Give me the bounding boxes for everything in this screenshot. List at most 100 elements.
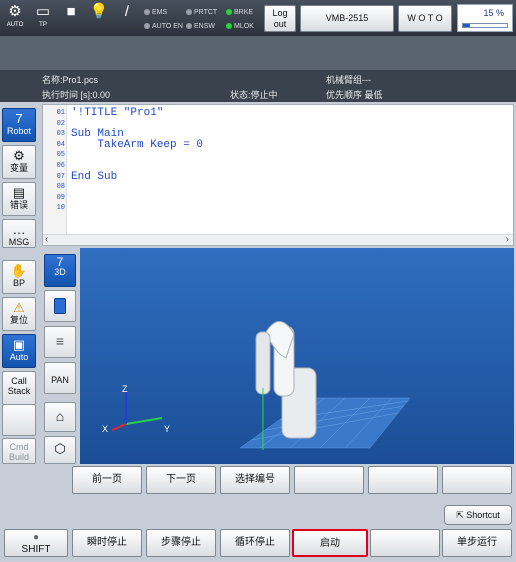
line-number: 09 xyxy=(56,193,65,202)
sidebar-item-error[interactable]: ▤ 错误 xyxy=(2,182,36,216)
light-button[interactable]: 💡 xyxy=(86,2,112,34)
line-number: 05 xyxy=(56,151,65,160)
floor-grid xyxy=(239,397,411,449)
sidebar-item-variable[interactable]: ⚙ 变量 xyxy=(2,145,36,179)
sidebar-item-auto[interactable]: ▣ Auto xyxy=(2,334,36,368)
line-number: 03 xyxy=(56,130,65,139)
nav-blank-button-3[interactable] xyxy=(442,466,512,494)
shortcut-icon: ⇱ xyxy=(456,510,464,520)
indicator-mlok: MLOK xyxy=(226,22,254,31)
error-document-icon: ▤ xyxy=(12,185,26,200)
status-dot xyxy=(186,23,192,29)
line-number: 08 xyxy=(56,183,65,192)
axis-z-label: Z xyxy=(122,384,128,394)
single-step-button[interactable]: 单步运行 xyxy=(442,529,512,557)
robot-arm-icon: 7 xyxy=(15,111,23,126)
code-line[interactable]: TakeArm Keep = 0 xyxy=(71,139,203,151)
nav-blank-button-1[interactable] xyxy=(294,466,364,494)
line-number: 07 xyxy=(56,172,65,181)
stop-square-icon: ■ xyxy=(66,3,76,20)
indicator-auto-en: AUTO EN xyxy=(144,22,183,31)
speed-value: 15 % xyxy=(483,8,504,18)
scene-canvas: Y Z X xyxy=(102,321,411,450)
horizontal-scrollbar[interactable]: ‹ › xyxy=(43,234,513,245)
light-bulb-icon: 💡 xyxy=(89,3,109,20)
line-number: 06 xyxy=(56,162,65,170)
logout-button[interactable]: Log out xyxy=(264,5,296,32)
indicator-ensw: ENSW xyxy=(186,22,215,31)
program-name: 名称:Pro1.pcs xyxy=(42,75,99,85)
code-line[interactable]: '!TITLE "Pro1" xyxy=(71,107,163,119)
shortcut-button[interactable]: ⇱ Shortcut xyxy=(444,505,512,525)
line-number: 10 xyxy=(56,204,65,213)
arm-group: 机械臂组--- xyxy=(326,75,371,85)
speed-bar-fill xyxy=(463,24,470,27)
speed-indicator[interactable]: 15 % xyxy=(457,4,513,32)
tp-mode-button[interactable]: ▭ TP xyxy=(30,2,56,34)
indicator-brake: BRKE xyxy=(226,8,253,17)
sidebar-item-cmd-build[interactable]: Cmd Build xyxy=(2,438,36,464)
sidebar-item-bp[interactable]: ✋ BP xyxy=(2,260,36,294)
code-line[interactable]: End Sub xyxy=(71,171,117,183)
layers-button[interactable]: ≡ xyxy=(44,326,76,358)
indicator-ems: EMS xyxy=(144,8,167,17)
banner-area xyxy=(0,36,516,70)
robot-arm-icon: 7 xyxy=(56,255,64,269)
tool-button[interactable]: / xyxy=(114,2,140,34)
chevron-left-icon[interactable]: ‹ xyxy=(45,234,48,245)
robot-model-button[interactable]: VMB-2515 xyxy=(300,5,394,32)
wrench-icon: / xyxy=(124,3,130,20)
warning-icon: ⚠ xyxy=(13,300,25,315)
select-number-button[interactable]: 选择编号 xyxy=(220,466,290,494)
status-dot xyxy=(186,9,192,15)
step-stop-button[interactable]: 步骤停止 xyxy=(146,529,216,557)
sidebar-item-robot[interactable]: 7 Robot xyxy=(2,108,36,142)
auto-icon: ▣ xyxy=(12,337,26,352)
home-icon: ⌂ xyxy=(55,408,65,424)
sidebar-item-msg[interactable]: … MSG xyxy=(2,219,36,248)
layers-icon: ≡ xyxy=(55,333,65,349)
axis-y-label: Y xyxy=(164,424,170,434)
cycle-stop-button[interactable]: 循环停止 xyxy=(220,529,290,557)
line-number: 04 xyxy=(56,140,65,149)
bottom-blank-button[interactable] xyxy=(370,529,440,557)
solid-box-icon xyxy=(54,298,66,314)
hand-icon: ✋ xyxy=(10,263,28,278)
status-dot xyxy=(144,23,150,29)
status-dot-active xyxy=(226,9,232,15)
woto-button[interactable]: W O T O xyxy=(398,5,452,32)
prev-page-button[interactable]: 前一页 xyxy=(72,466,142,494)
cube-view-button[interactable]: ⬡ xyxy=(44,436,76,464)
start-button[interactable]: 启动 xyxy=(292,529,368,557)
sidebar-item-reset[interactable]: ⚠ 复位 xyxy=(2,297,36,331)
axis-gizmo: Y Z X xyxy=(102,384,170,434)
indicator-prtct: PRTCT xyxy=(186,8,217,17)
cube-icon: ⬡ xyxy=(54,441,66,456)
stop-button[interactable]: ■ xyxy=(58,2,84,34)
line-number: 01 xyxy=(56,109,65,117)
auto-mode-button[interactable]: ⚙ AUTO xyxy=(2,2,28,34)
robot-3d-viewport[interactable]: Y Z X xyxy=(80,248,514,464)
line-number: 02 xyxy=(56,119,65,128)
teach-pendant-icon: ▭ xyxy=(35,3,51,20)
shift-button[interactable]: ● SHIFT xyxy=(4,529,68,557)
axis-x-label: X xyxy=(102,424,108,434)
instant-stop-button[interactable]: 瞬时停止 xyxy=(72,529,142,557)
dot-icon: ● xyxy=(32,532,40,543)
nav-blank-button-2[interactable] xyxy=(368,466,438,494)
view-3d-button[interactable]: 7 3D xyxy=(44,254,76,287)
code-editor[interactable]: 01 '!TITLE "Pro1" 02 03 Sub Main 04 TakeArm K… xyxy=(42,104,514,246)
chevron-right-icon[interactable]: › xyxy=(506,234,509,245)
pan-button[interactable]: PAN xyxy=(44,362,76,394)
home-view-button[interactable]: ⌂ xyxy=(44,402,76,432)
solid-view-button[interactable] xyxy=(44,290,76,322)
sidebar-item-blank[interactable] xyxy=(2,404,36,436)
gear-icon: ⚙ xyxy=(13,148,25,163)
priority: 优先顺序 最低 xyxy=(326,90,383,100)
status-dot-active xyxy=(226,23,232,29)
chat-bubble-icon: … xyxy=(12,222,26,237)
sidebar-item-callstack[interactable]: Call Stack xyxy=(2,371,36,405)
next-page-button[interactable]: 下一页 xyxy=(146,466,216,494)
program-info-bar: 名称:Pro1.pcs 执行时间 [s]:0.00 状态:停止中 机械臂组---… xyxy=(0,70,516,102)
robot-arm-icon: ⚙ xyxy=(8,3,22,20)
